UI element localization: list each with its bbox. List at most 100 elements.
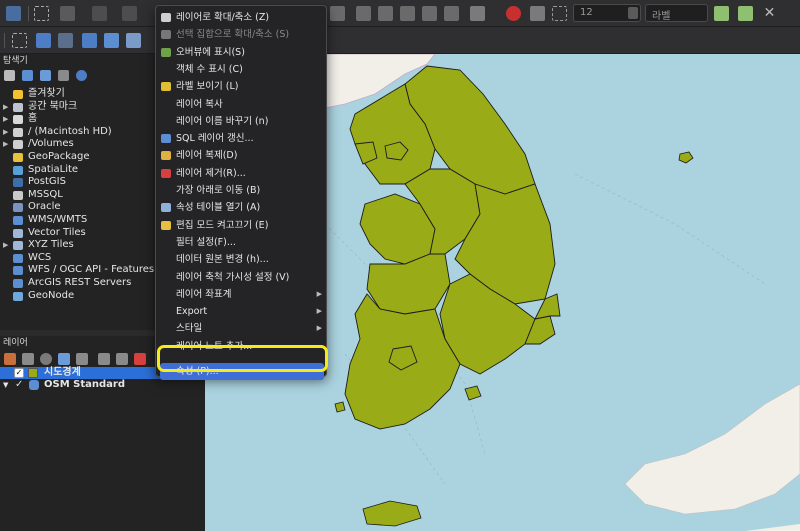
menu-item-label: 레이어 제거(R)... [176,167,246,179]
grid-select-icon[interactable] [58,33,73,48]
move-feature-icon[interactable] [60,6,75,21]
menu-item-label: 레이어 축척 가시성 설정 (V) [176,271,290,283]
layer-row-osm[interactable]: ▼ ✓ OSM Standard [0,379,205,391]
node-edit-icon[interactable] [36,33,51,48]
layer-context-menu: 레이어로 확대/축소 (Z) 선택 집합으로 확대/축소 (S) 오버뷰에 표시(S… [155,5,328,380]
curve-tool-icon[interactable] [82,33,97,48]
duplicate-layer-icon [161,151,171,161]
style-panel-icon[interactable] [4,353,16,365]
menu-item-18[interactable]: 스타일 ▶ [156,320,328,337]
offset-curve-icon[interactable] [422,6,437,21]
fill-ring-icon[interactable] [444,6,459,21]
menu-item-label: 오버뷰에 표시(S) [176,46,245,58]
rotate-feature-icon[interactable] [330,6,345,21]
edit-tool-icon[interactable] [122,6,137,21]
menu-item-6[interactable]: 레이어 이름 바꾸기 (n) [156,113,328,130]
menu-item-4[interactable]: 라벨 보이기 (L) [156,78,328,95]
add-group-icon[interactable] [22,353,34,365]
expand-arrow-icon[interactable]: ▶ [3,101,8,114]
remove-layer-icon [161,168,171,178]
add-feature-icon[interactable] [126,33,141,48]
browser-item-label: 홈 [28,113,38,125]
font-size-spinbox[interactable]: 12 [573,4,641,22]
magnet-snapping-icon[interactable] [506,6,521,21]
menu-item-2[interactable]: 오버뷰에 표시(S) [156,44,328,61]
collapse-arrow-icon[interactable]: ▼ [3,379,8,391]
filter-expression-icon[interactable] [76,353,88,365]
menu-item-label: 레이어 복사 [176,98,223,110]
menu-item-label: 스타일 [176,323,203,335]
menu-item-label: 레이어 복제(D) [176,150,238,162]
browser-item-label: MSSQL [28,188,63,200]
trim-extend-icon[interactable] [738,6,753,21]
expand-arrow-icon[interactable]: ▶ [3,113,8,126]
spatialite-icon [13,165,23,175]
menu-item-label: 레이어로 확대/축소 (Z) [176,12,270,23]
snapping-type-icon[interactable] [530,6,545,21]
expand-arrow-icon[interactable]: ▶ [3,138,8,151]
filter-icon[interactable] [40,70,51,81]
refresh-icon[interactable] [22,70,33,81]
info-icon[interactable] [76,70,87,81]
node-tool-icon[interactable] [92,6,107,21]
expand-arrow-icon[interactable]: ▶ [3,126,8,139]
menu-item-label: 라벨 보이기 (L) [176,81,239,93]
sql-layer-icon [161,134,171,144]
home-folder-icon [13,115,23,125]
lasso-select-icon[interactable] [34,6,49,21]
menu-item-12[interactable]: 편집 모드 켜고끄기 (E) [156,217,328,234]
eye-icon[interactable] [40,353,52,365]
browser-item-label: Oracle [28,201,61,213]
bookmark-icon [13,102,23,112]
menu-item-15[interactable]: 레이어 축척 가시성 설정 (V) [156,269,328,286]
spin-arrows-icon[interactable] [628,7,638,19]
expand-arrow-icon[interactable]: ▶ [3,239,8,252]
menu-item-label: 선택 집합으로 확대/축소 (S) [176,29,290,41]
menu-item-0[interactable]: 레이어로 확대/축소 (Z) [156,9,328,26]
browser-item-label: 공간 북마크 [28,100,78,112]
menu-item-7[interactable]: SQL 레이어 갱신... [156,130,328,147]
menu-item-1[interactable]: 선택 집합으로 확대/축소 (S) [156,26,328,43]
menu-item-14[interactable]: 데이터 원본 변경 (h)... [156,251,328,268]
digitize-tool-icon[interactable] [6,6,21,21]
zoom-to-selection-icon [161,30,171,40]
merge-feature-icon[interactable] [378,6,393,21]
snapping-tolerance-icon[interactable] [552,6,567,21]
menu-item-9[interactable]: 레이어 제거(R)... [156,165,328,182]
top-toolbar: 12 라벨 ✕ [0,0,800,27]
split-feature-icon[interactable] [356,6,371,21]
menu-item-label: 객체 수 표시 (C) [176,63,243,75]
layer-visibility-checkbox[interactable]: ✓ [14,368,24,378]
add-point-icon[interactable] [12,33,27,48]
menu-item-16[interactable]: 레이어 좌표계 ▶ [156,286,328,303]
close-icon[interactable]: ✕ [762,6,777,21]
menu-item-10[interactable]: 가장 아래로 이동 (B) [156,182,328,199]
label-combo[interactable]: 라벨 [645,4,708,22]
menu-item-13[interactable]: 필터 설정(F)... [156,234,328,251]
menu-item-11[interactable]: 속성 테이블 열기 (A) [156,199,328,216]
pencil-icon [161,220,171,230]
expand-all-icon[interactable] [98,353,110,365]
line-edit-icon[interactable] [104,33,119,48]
collapse-layers-icon[interactable] [116,353,128,365]
highlight-ring [157,345,328,372]
remove-layer-icon[interactable] [134,353,146,365]
menu-item-8[interactable]: 레이어 복제(D) [156,147,328,164]
folder-icon [13,127,23,137]
xyz-tiles-icon [13,241,23,251]
vector-tiles-icon [13,228,23,238]
add-selected-icon[interactable] [4,70,15,81]
reshape-icon[interactable] [400,6,415,21]
second-toolbar [0,27,800,54]
fork-tool-icon[interactable] [714,6,729,21]
menu-item-3[interactable]: 객체 수 표시 (C) [156,61,328,78]
menu-item-17[interactable]: Export ▶ [156,303,328,320]
filter-legend-icon[interactable] [58,353,70,365]
menu-item-5[interactable]: 레이어 복사 [156,96,328,113]
label-icon [161,82,171,92]
layer-visibility-checkbox[interactable]: ✓ [15,379,23,391]
oracle-icon [13,203,23,213]
collapse-all-icon[interactable] [58,70,69,81]
label-pin-icon[interactable] [470,6,485,21]
geonode-icon [13,291,23,301]
